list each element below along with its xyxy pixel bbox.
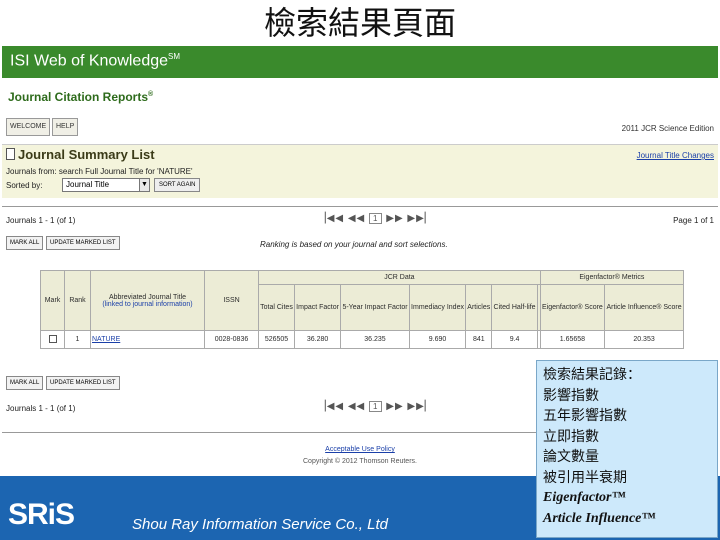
sort-again-button[interactable]: SORT AGAIN (154, 178, 201, 192)
sort-select[interactable]: Journal Title ▼ (62, 178, 150, 192)
cell-issn: 0028-0836 (204, 330, 259, 349)
journal-table: Mark Rank Abbreviated Journal Title (link… (40, 270, 685, 349)
annotation-line: 論文數量 (543, 449, 599, 465)
annotation-line: 檢索結果記錄： (543, 367, 641, 383)
help-button[interactable]: HELP (52, 118, 79, 136)
eigenfactor-group: Eigenfactor® Metrics (539, 270, 685, 285)
document-icon (6, 148, 15, 160)
col-five-year-impact[interactable]: 5-Year Impact Factor (340, 284, 410, 331)
annotation-line: 立即指數 (543, 428, 599, 445)
isi-header-bar: ISI Web of KnowledgeSM (2, 46, 718, 78)
jcr-data-group: JCR Data (258, 270, 541, 285)
col-eigen-score[interactable]: Eigenfactor® Score (539, 284, 606, 331)
update-marked-list-button[interactable]: UPDATE MARKED LIST (46, 236, 120, 250)
journals-from-text: Journals from: search Full Journal Title… (6, 167, 193, 176)
col-ai-score[interactable]: Article Influence® Score (604, 284, 684, 331)
pager-bottom[interactable]: ▕◀◀ ◀◀ 1 ▶▶ ▶▶▏ (318, 401, 433, 412)
welcome-button[interactable]: WELCOME (6, 118, 51, 136)
journal-title-changes-link[interactable]: Journal Title Changes (637, 151, 714, 160)
page-of-top: Page 1 of 1 (673, 216, 714, 225)
divider (2, 206, 718, 207)
slide-title: 檢索結果頁面 (263, 4, 456, 42)
cell-total-cites[interactable]: 526505 (258, 330, 295, 349)
col-articles[interactable]: Articles (465, 284, 493, 331)
pager-top[interactable]: ▕◀◀ ◀◀ 1 ▶▶ ▶▶▏ (318, 213, 433, 224)
cell-eigen-score: 1.65658 (539, 330, 606, 349)
mark-all-button-bottom[interactable]: MARK ALL (6, 376, 44, 390)
annotation-line: 五年影響指數 (543, 408, 627, 424)
col-total-cites[interactable]: Total Cites (258, 284, 295, 331)
col-half-life[interactable]: Cited Half-life (491, 284, 538, 331)
sris-logo: SRiS (8, 498, 75, 531)
edition-label: 2011 JCR Science Edition (621, 124, 714, 133)
isi-logo[interactable]: ISI Web of KnowledgeSM (10, 52, 180, 70)
jcr-logo[interactable]: Journal Citation Reports® (8, 90, 153, 104)
sorted-by-label: Sorted by: (6, 181, 43, 190)
annotation-line: 影響指數 (543, 387, 599, 404)
annotation-eigenfactor: Eigenfactor™ (543, 490, 626, 505)
result-count-top: Journals 1 - 1 (of 1) (6, 216, 76, 225)
col-issn: ISSN (204, 270, 259, 331)
col-immediacy[interactable]: Immediacy Index (408, 284, 467, 331)
row-checkbox[interactable] (40, 330, 65, 349)
cell-impact-factor: 36.280 (293, 330, 342, 349)
update-marked-list-button-bottom[interactable]: UPDATE MARKED LIST (46, 376, 120, 390)
annotation-box: 檢索結果記錄： 影響指數 五年影響指數 立即指數 論文數量 被引用半衰期 Eig… (536, 360, 718, 538)
table-row: 1 NATURE 0028-0836 526505 36.280 36.235 … (40, 330, 684, 349)
cell-title[interactable]: NATURE (90, 330, 205, 349)
col-impact-factor[interactable]: Impact Factor (293, 284, 342, 331)
cell-immediacy: 9.690 (408, 330, 467, 349)
col-mark: Mark (40, 270, 65, 331)
cell-five-year: 36.235 (340, 330, 410, 349)
col-abbrev-title: Abbreviated Journal Title (linked to jour… (90, 270, 205, 331)
cell-rank: 1 (64, 330, 91, 349)
company-name: Shou Ray Information Service Co., Ltd (132, 516, 388, 533)
result-count-bottom: Journals 1 - 1 (of 1) (6, 404, 76, 413)
mark-all-button[interactable]: MARK ALL (6, 236, 44, 250)
cell-half-life: 9.4 (491, 330, 538, 349)
ranking-note: Ranking is based on your journal and sor… (260, 240, 448, 249)
chevron-down-icon: ▼ (139, 179, 149, 191)
col-rank: Rank (64, 270, 91, 331)
annotation-line: 被引用半衰期 (543, 469, 627, 486)
summary-panel: Journal Summary List Journal Title Chang… (2, 144, 718, 198)
summary-title: Journal Summary List (6, 147, 155, 162)
cell-articles[interactable]: 841 (465, 330, 493, 349)
cell-ai-score: 20.353 (604, 330, 684, 349)
annotation-article-influence: Article Influence™ (543, 510, 656, 526)
